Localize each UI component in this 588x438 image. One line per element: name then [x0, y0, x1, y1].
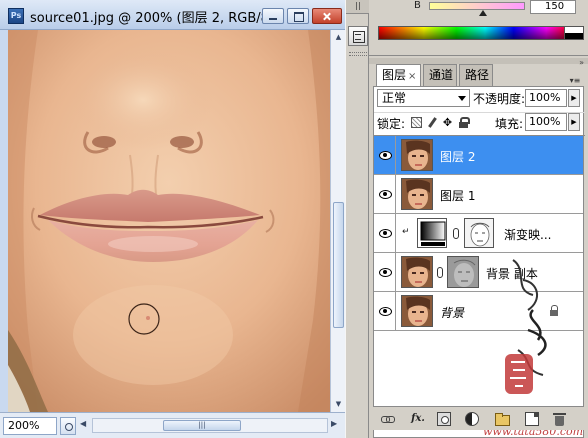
mask-thumbnail [447, 256, 479, 288]
layer-thumbnail [401, 178, 433, 210]
scroll-down-arrow-icon[interactable]: ▼ [332, 398, 345, 411]
slider-thumb-icon[interactable] [479, 10, 487, 16]
layers-footer: fx. [373, 406, 584, 430]
tab-channels[interactable]: 通道 [423, 64, 457, 86]
horizontal-scroll-thumb[interactable]: ||| [163, 420, 241, 431]
blend-mode-value: 正常 [382, 91, 407, 105]
opacity-field[interactable]: 100% [525, 89, 567, 107]
dock-collapse-button[interactable]: || [346, 0, 370, 14]
horizontal-scrollbar[interactable]: ||| [92, 418, 328, 433]
chain-link-icon[interactable] [437, 267, 443, 278]
vertical-scroll-thumb[interactable] [333, 202, 344, 328]
opacity-slider-arrow-icon[interactable]: ▶ [568, 89, 580, 107]
eye-icon[interactable] [374, 214, 396, 252]
layers-panel: » 图层 × 通道 路径 ▾≡ 正常 不透明度: 100% ▶ 锁定: ✥ 填充: [369, 58, 588, 438]
lock-icon [549, 305, 559, 317]
layer-name[interactable]: 图层 2 [440, 148, 475, 165]
tab-close-icon[interactable]: × [408, 71, 416, 82]
lock-row: 锁定: ✥ 填充: 100% ▶ [374, 112, 585, 132]
fx-icon[interactable]: fx. [408, 412, 428, 426]
lock-label: 锁定: [377, 117, 406, 131]
layer-row-gradient-map[interactable]: ↵ 渐变映... [374, 214, 583, 253]
panel-tabs: 图层 × 通道 路径 ▾≡ [373, 64, 584, 87]
adjustment-thumbnail [417, 218, 447, 248]
trash-icon[interactable] [553, 412, 567, 426]
adjustment-layer-icon[interactable] [465, 412, 479, 426]
layers-panel-body: 正常 不透明度: 100% ▶ 锁定: ✥ 填充: 100% ▶ 图层 2 图层… [373, 86, 585, 438]
document-titlebar[interactable]: Ps source01.jpg @ 200% (图层 2, RGB/8#) [0, 0, 345, 30]
zoom-level-field[interactable]: 200% [3, 417, 57, 435]
layer-name[interactable]: 渐变映... [504, 226, 551, 243]
new-layer-icon[interactable] [525, 412, 539, 426]
color-spectrum-bar[interactable] [378, 26, 584, 40]
eye-icon[interactable] [374, 292, 396, 330]
dropdown-arrow-icon [458, 96, 466, 101]
scroll-right-arrow-icon[interactable]: ▶ [331, 419, 337, 428]
tab-layers[interactable]: 图层 × [376, 64, 421, 87]
lock-all-icon[interactable] [458, 117, 470, 128]
link-layers-icon[interactable] [380, 412, 395, 426]
blend-mode-select[interactable]: 正常 [377, 89, 470, 107]
face-photo [8, 30, 330, 412]
fill-field[interactable]: 100% [525, 113, 567, 131]
document-window: Ps source01.jpg @ 200% (图层 2, RGB/8#) ▲ … [0, 0, 345, 438]
lock-transparent-pixels-icon[interactable] [411, 117, 422, 128]
layer-list: 图层 2 图层 1 ↵ 渐变映... 背景 副本 背景 [374, 135, 585, 350]
color-panel: B 150 [369, 0, 588, 56]
tab-label: 路径 [465, 68, 490, 82]
tab-paths[interactable]: 路径 [459, 64, 493, 86]
opacity-label: 不透明度: [473, 92, 526, 106]
tab-label: 通道 [429, 68, 454, 82]
panel-icon[interactable] [348, 26, 368, 46]
document-title: source01.jpg @ 200% (图层 2, RGB/8#) [30, 11, 285, 26]
blue-channel-label: B [414, 0, 421, 11]
vertical-scrollbar[interactable]: ▲ ▼ [330, 30, 345, 412]
document-statusbar: 200% ◀ ||| ▶ [0, 412, 345, 438]
lock-position-icon[interactable]: ✥ [442, 117, 453, 128]
dock-grip[interactable] [349, 52, 367, 56]
layer-name[interactable]: 图层 1 [440, 187, 475, 204]
layer-thumbnail [401, 139, 433, 171]
layer-thumbnail [401, 295, 433, 327]
layer-name[interactable]: 背景 [440, 304, 464, 321]
panel-dock: || [345, 0, 370, 438]
photoshop-workspace: Ps source01.jpg @ 200% (图层 2, RGB/8#) ▲ … [0, 0, 588, 438]
layer-thumbnail [401, 256, 433, 288]
lock-image-pixels-icon[interactable] [427, 117, 438, 128]
eye-icon[interactable] [374, 136, 396, 174]
tab-label: 图层 [382, 68, 407, 82]
add-mask-icon[interactable] [437, 412, 451, 426]
photoshop-app-icon: Ps [8, 8, 24, 24]
scroll-up-arrow-icon[interactable]: ▲ [332, 31, 345, 44]
layer-row-layer-1[interactable]: 图层 1 [374, 175, 583, 214]
eye-icon[interactable] [374, 175, 396, 213]
black-white-swatch[interactable] [564, 26, 584, 40]
mask-thumbnail [464, 218, 494, 248]
chain-link-icon[interactable] [453, 228, 459, 239]
image-canvas[interactable] [8, 30, 330, 412]
blue-channel-slider[interactable] [429, 2, 525, 10]
layer-name[interactable]: 背景 副本 [486, 265, 538, 282]
fill-label: 填充: [495, 117, 524, 131]
folder-icon[interactable] [495, 412, 510, 426]
layer-row-layer-2[interactable]: 图层 2 [374, 136, 583, 175]
close-button[interactable] [312, 8, 342, 24]
layer-row-background-copy[interactable]: 背景 副本 [374, 253, 583, 292]
layer-row-background[interactable]: 背景 [374, 292, 583, 331]
minimize-button[interactable] [262, 8, 284, 24]
fill-slider-arrow-icon[interactable]: ▶ [568, 113, 580, 131]
scroll-left-arrow-icon[interactable]: ◀ [80, 419, 86, 428]
navigator-icon[interactable] [60, 417, 76, 435]
blue-channel-value[interactable]: 150 [530, 0, 576, 14]
clipping-arrow-icon: ↵ [402, 227, 410, 237]
maximize-button[interactable] [287, 8, 309, 24]
eye-icon[interactable] [374, 253, 396, 291]
